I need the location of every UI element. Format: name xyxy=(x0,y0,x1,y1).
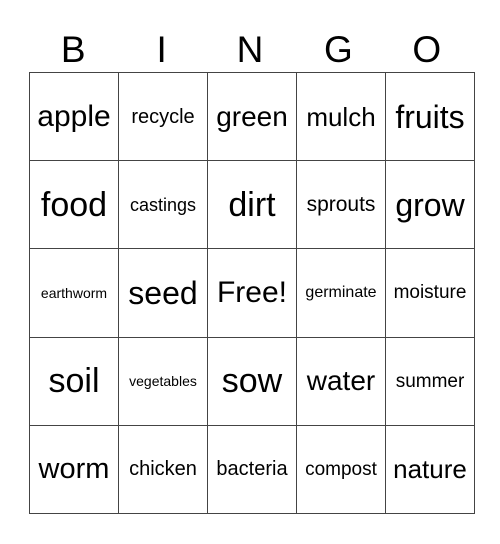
bingo-cell[interactable]: castings xyxy=(118,160,208,250)
bingo-cell[interactable]: vegetables xyxy=(118,336,208,426)
header-letter: I xyxy=(156,29,167,70)
bingo-cell[interactable]: germinate xyxy=(296,248,386,338)
bingo-cell[interactable]: seed xyxy=(118,248,208,338)
header-letter: N xyxy=(236,29,264,70)
bingo-cell[interactable]: dirt xyxy=(207,160,297,250)
bingo-row: earthworm seed Free! germinate moisture xyxy=(29,248,475,338)
bingo-cell[interactable]: soil xyxy=(29,336,119,426)
bingo-cell[interactable]: food xyxy=(29,160,119,250)
bingo-row: soil vegetables sow water summer xyxy=(29,336,475,426)
bingo-cell[interactable]: apple xyxy=(29,71,119,162)
bingo-cell[interactable]: worm xyxy=(29,424,119,515)
bingo-row: worm chicken bacteria compost nature xyxy=(29,424,475,515)
header-letter: B xyxy=(60,29,86,70)
bingo-header: B I N G O xyxy=(29,27,471,73)
bingo-cell[interactable]: nature xyxy=(385,424,475,515)
header-letter: G xyxy=(323,29,353,70)
bingo-card-grid: apple recycle green mulch fruits food castings… xyxy=(29,71,475,515)
bingo-cell[interactable]: fruits xyxy=(385,71,475,162)
bingo-row: food castings dirt sprouts grow xyxy=(29,160,475,250)
bingo-cell[interactable]: bacteria xyxy=(207,424,297,515)
bingo-cell[interactable]: summer xyxy=(385,336,475,426)
bingo-cell[interactable]: recycle xyxy=(118,71,208,162)
bingo-cell[interactable]: mulch xyxy=(296,71,386,162)
bingo-cell[interactable]: sow xyxy=(207,336,297,426)
bingo-cell[interactable]: moisture xyxy=(385,248,475,338)
bingo-cell[interactable]: green xyxy=(207,71,297,162)
bingo-cell[interactable]: chicken xyxy=(118,424,208,515)
bingo-cell[interactable]: compost xyxy=(296,424,386,515)
bingo-cell[interactable]: earthworm xyxy=(29,248,119,338)
bingo-cell[interactable]: grow xyxy=(385,160,475,250)
bingo-cell[interactable]: sprouts xyxy=(296,160,386,250)
bingo-cell[interactable]: water xyxy=(296,336,386,426)
free-space-cell[interactable]: Free! xyxy=(207,248,297,338)
bingo-row: apple recycle green mulch fruits xyxy=(29,71,475,162)
header-letter: O xyxy=(412,29,442,70)
